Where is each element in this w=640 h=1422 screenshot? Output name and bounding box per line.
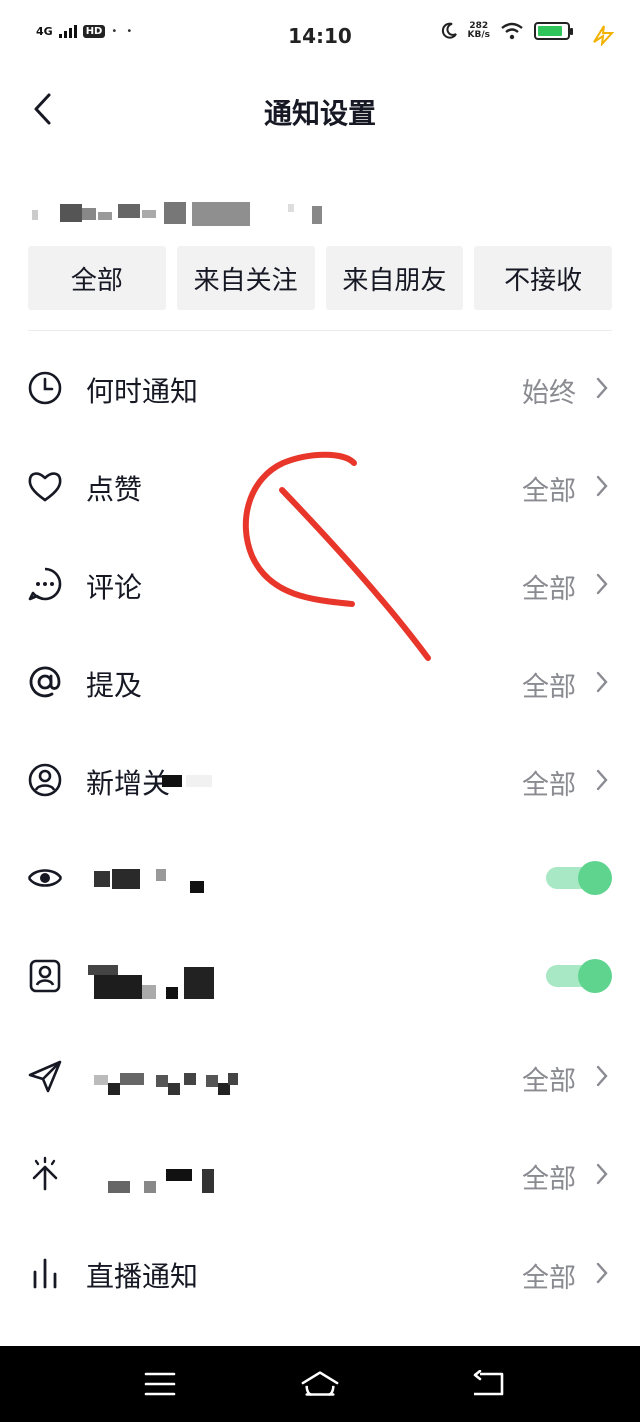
- page-title: 通知设置: [263, 97, 376, 130]
- wifi-icon: [501, 22, 523, 40]
- row-likes[interactable]: 点赞 全部: [0, 437, 640, 535]
- chevron-right-icon: [596, 671, 608, 693]
- option-all[interactable]: 全部: [28, 246, 166, 310]
- row-value: 全部: [522, 476, 576, 507]
- toggle-switch[interactable]: [546, 959, 612, 993]
- row-value: 全部: [522, 672, 576, 703]
- chevron-right-icon: [596, 769, 608, 791]
- divider: [28, 330, 612, 331]
- option-from-following[interactable]: 来自关注: [176, 246, 315, 310]
- row-messages[interactable]: 全部: [0, 1027, 640, 1125]
- chevron-right-icon: [596, 475, 608, 497]
- moon-icon: [441, 22, 457, 39]
- row-live-notifications[interactable]: 直播通知 全部: [0, 1224, 640, 1322]
- battery-fill: [538, 26, 562, 36]
- menu-icon: [144, 1372, 176, 1396]
- back-nav-button[interactable]: [468, 1366, 508, 1402]
- row-label: 点赞: [86, 473, 143, 506]
- row-value: 全部: [522, 1164, 576, 1195]
- chevron-right-icon: [596, 377, 608, 399]
- row-label: 新增关: [86, 767, 171, 800]
- row-value: 全部: [522, 1066, 576, 1097]
- toggle-knob: [578, 861, 612, 895]
- row-value: 全部: [522, 574, 576, 605]
- row-label: 直播通知: [86, 1260, 199, 1293]
- clock-icon: [28, 371, 62, 405]
- notification-filter-options: 全部 来自关注 来自朋友 不接收: [28, 246, 612, 310]
- contact-card-icon: [29, 959, 61, 993]
- toggle-switch[interactable]: [546, 861, 612, 895]
- home-button[interactable]: [300, 1366, 340, 1402]
- row-value: 全部: [522, 1263, 576, 1294]
- option-from-friends[interactable]: 来自朋友: [325, 246, 464, 310]
- eye-icon: [27, 869, 63, 887]
- system-nav-bar: [0, 1346, 640, 1422]
- comment-icon: [28, 567, 62, 601]
- net-speed: 282 KB/s: [467, 21, 490, 40]
- menu-button[interactable]: [140, 1366, 180, 1402]
- chevron-right-icon: [596, 1262, 608, 1284]
- row-contacts: [0, 927, 640, 1025]
- sparkle-icon: [32, 1156, 58, 1191]
- bar-chart-icon: [33, 1258, 57, 1289]
- home-icon: [301, 1371, 339, 1396]
- status-bar: 4G HD • • 14:10 282 KB/s: [0, 0, 640, 72]
- row-label: 提及: [86, 669, 143, 702]
- row-new-followers[interactable]: 新增关 全部: [0, 731, 640, 829]
- chevron-right-icon: [596, 1163, 608, 1185]
- row-value: 全部: [522, 770, 576, 801]
- row-mentions[interactable]: 提及 全部: [0, 633, 640, 731]
- row-when-notify[interactable]: 何时通知 始终: [0, 339, 640, 437]
- row-recommendations[interactable]: 全部: [0, 1125, 640, 1223]
- redacted-pixels: [162, 775, 182, 787]
- send-icon: [28, 1060, 62, 1093]
- status-right: 282 KB/s: [440, 21, 573, 40]
- row-label: 评论: [86, 571, 143, 604]
- battery-icon: [534, 22, 573, 40]
- redacted-pixels: [186, 775, 212, 787]
- chevron-right-icon: [596, 1065, 608, 1087]
- at-icon: [29, 666, 61, 698]
- back-arrow-icon: [473, 1370, 504, 1396]
- toggle-knob: [578, 959, 612, 993]
- option-off[interactable]: 不接收: [474, 246, 612, 310]
- row-value: 始终: [522, 378, 576, 409]
- header: 通知设置: [0, 72, 640, 148]
- row-label: 何时通知: [86, 375, 199, 408]
- chevron-right-icon: [596, 573, 608, 595]
- heart-icon: [28, 472, 62, 502]
- row-comments[interactable]: 评论 全部: [0, 535, 640, 633]
- section-label-redacted: [32, 200, 332, 228]
- row-visitors: [0, 829, 640, 927]
- user-circle-icon: [28, 763, 62, 797]
- charging-icon: [593, 25, 615, 46]
